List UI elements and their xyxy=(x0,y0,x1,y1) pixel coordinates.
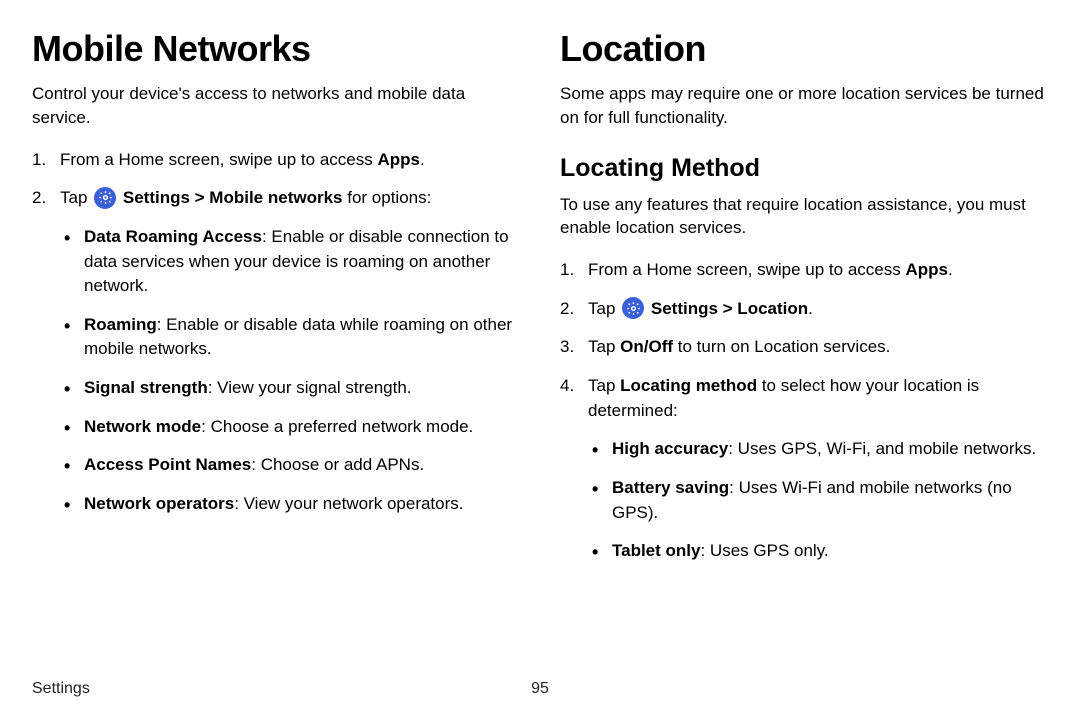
subintro-locating-method: To use any features that require locatio… xyxy=(560,193,1048,241)
list-item: Network mode: Choose a preferred network… xyxy=(60,415,520,440)
step-text-post: . xyxy=(420,150,425,169)
option-bold: Network operators xyxy=(84,494,234,513)
intro-mobile-networks: Control your device's access to networks… xyxy=(32,82,520,130)
step-text-post: . xyxy=(808,299,813,318)
settings-path-bold: Settings > Location xyxy=(651,299,808,318)
option-bold: Tablet only xyxy=(612,541,700,560)
list-item: Access Point Names: Choose or add APNs. xyxy=(60,453,520,478)
page-footer: Settings 95 xyxy=(32,680,1048,698)
step-text: Tap xyxy=(588,299,620,318)
option-rest: : Choose or add APNs. xyxy=(251,455,424,474)
option-bold: Signal strength xyxy=(84,378,208,397)
footer-section-label: Settings xyxy=(32,680,90,698)
step-text-post: to turn on Location services. xyxy=(673,337,890,356)
steps-mobile-networks: From a Home screen, swipe up to access A… xyxy=(32,148,520,517)
step-2: Tap Settings > Mobile networks for optio… xyxy=(32,186,520,516)
heading-location: Location xyxy=(560,28,1048,70)
step-1: From a Home screen, swipe up to access A… xyxy=(32,148,520,173)
option-bold: Roaming xyxy=(84,315,157,334)
list-item: Network operators: View your network ope… xyxy=(60,492,520,517)
option-bold: Access Point Names xyxy=(84,455,251,474)
column-mobile-networks: Mobile Networks Control your device's ac… xyxy=(32,28,520,578)
list-item: Data Roaming Access: Enable or disable c… xyxy=(60,225,520,299)
step-text-post: for options: xyxy=(343,188,432,207)
option-bold: High accuracy xyxy=(612,439,728,458)
option-rest: : Uses GPS, Wi-Fi, and mobile networks. xyxy=(728,439,1036,458)
locating-method-bold: Locating method xyxy=(620,376,757,395)
step-2: Tap Settings > Location. xyxy=(560,297,1048,322)
option-rest: : View your network operators. xyxy=(234,494,463,513)
list-item: High accuracy: Uses GPS, Wi-Fi, and mobi… xyxy=(588,437,1048,462)
option-bold: Network mode xyxy=(84,417,201,436)
onoff-bold: On/Off xyxy=(620,337,673,356)
option-bold: Battery saving xyxy=(612,478,729,497)
step-text-post: . xyxy=(948,260,953,279)
step-text: Tap xyxy=(588,337,620,356)
list-item: Tablet only: Uses GPS only. xyxy=(588,539,1048,564)
option-rest: : Uses GPS only. xyxy=(700,541,828,560)
options-list: Data Roaming Access: Enable or disable c… xyxy=(60,225,520,517)
steps-location: From a Home screen, swipe up to access A… xyxy=(560,258,1048,564)
column-location: Location Some apps may require one or mo… xyxy=(560,28,1048,578)
step-text: Tap xyxy=(588,376,620,395)
heading-mobile-networks: Mobile Networks xyxy=(32,28,520,70)
option-rest: : View your signal strength. xyxy=(208,378,412,397)
settings-gear-icon xyxy=(622,297,644,319)
option-bold: Data Roaming Access xyxy=(84,227,262,246)
method-list: High accuracy: Uses GPS, Wi-Fi, and mobi… xyxy=(588,437,1048,564)
list-item: Roaming: Enable or disable data while ro… xyxy=(60,313,520,362)
list-item: Battery saving: Uses Wi-Fi and mobile ne… xyxy=(588,476,1048,525)
step-text: From a Home screen, swipe up to access xyxy=(588,260,905,279)
subheading-locating-method: Locating Method xyxy=(560,154,1048,183)
option-rest: : Choose a preferred network mode. xyxy=(201,417,473,436)
step-1: From a Home screen, swipe up to access A… xyxy=(560,258,1048,283)
apps-bold: Apps xyxy=(905,260,948,279)
step-text: Tap xyxy=(60,188,92,207)
step-4: Tap Locating method to select how your l… xyxy=(560,374,1048,564)
apps-bold: Apps xyxy=(377,150,420,169)
settings-path-bold: Settings > Mobile networks xyxy=(123,188,343,207)
list-item: Signal strength: View your signal streng… xyxy=(60,376,520,401)
step-text: From a Home screen, swipe up to access xyxy=(60,150,377,169)
intro-location: Some apps may require one or more locati… xyxy=(560,82,1048,130)
step-3: Tap On/Off to turn on Location services. xyxy=(560,335,1048,360)
footer-page-number: 95 xyxy=(531,680,549,698)
page-columns: Mobile Networks Control your device's ac… xyxy=(32,28,1048,578)
settings-gear-icon xyxy=(94,187,116,209)
